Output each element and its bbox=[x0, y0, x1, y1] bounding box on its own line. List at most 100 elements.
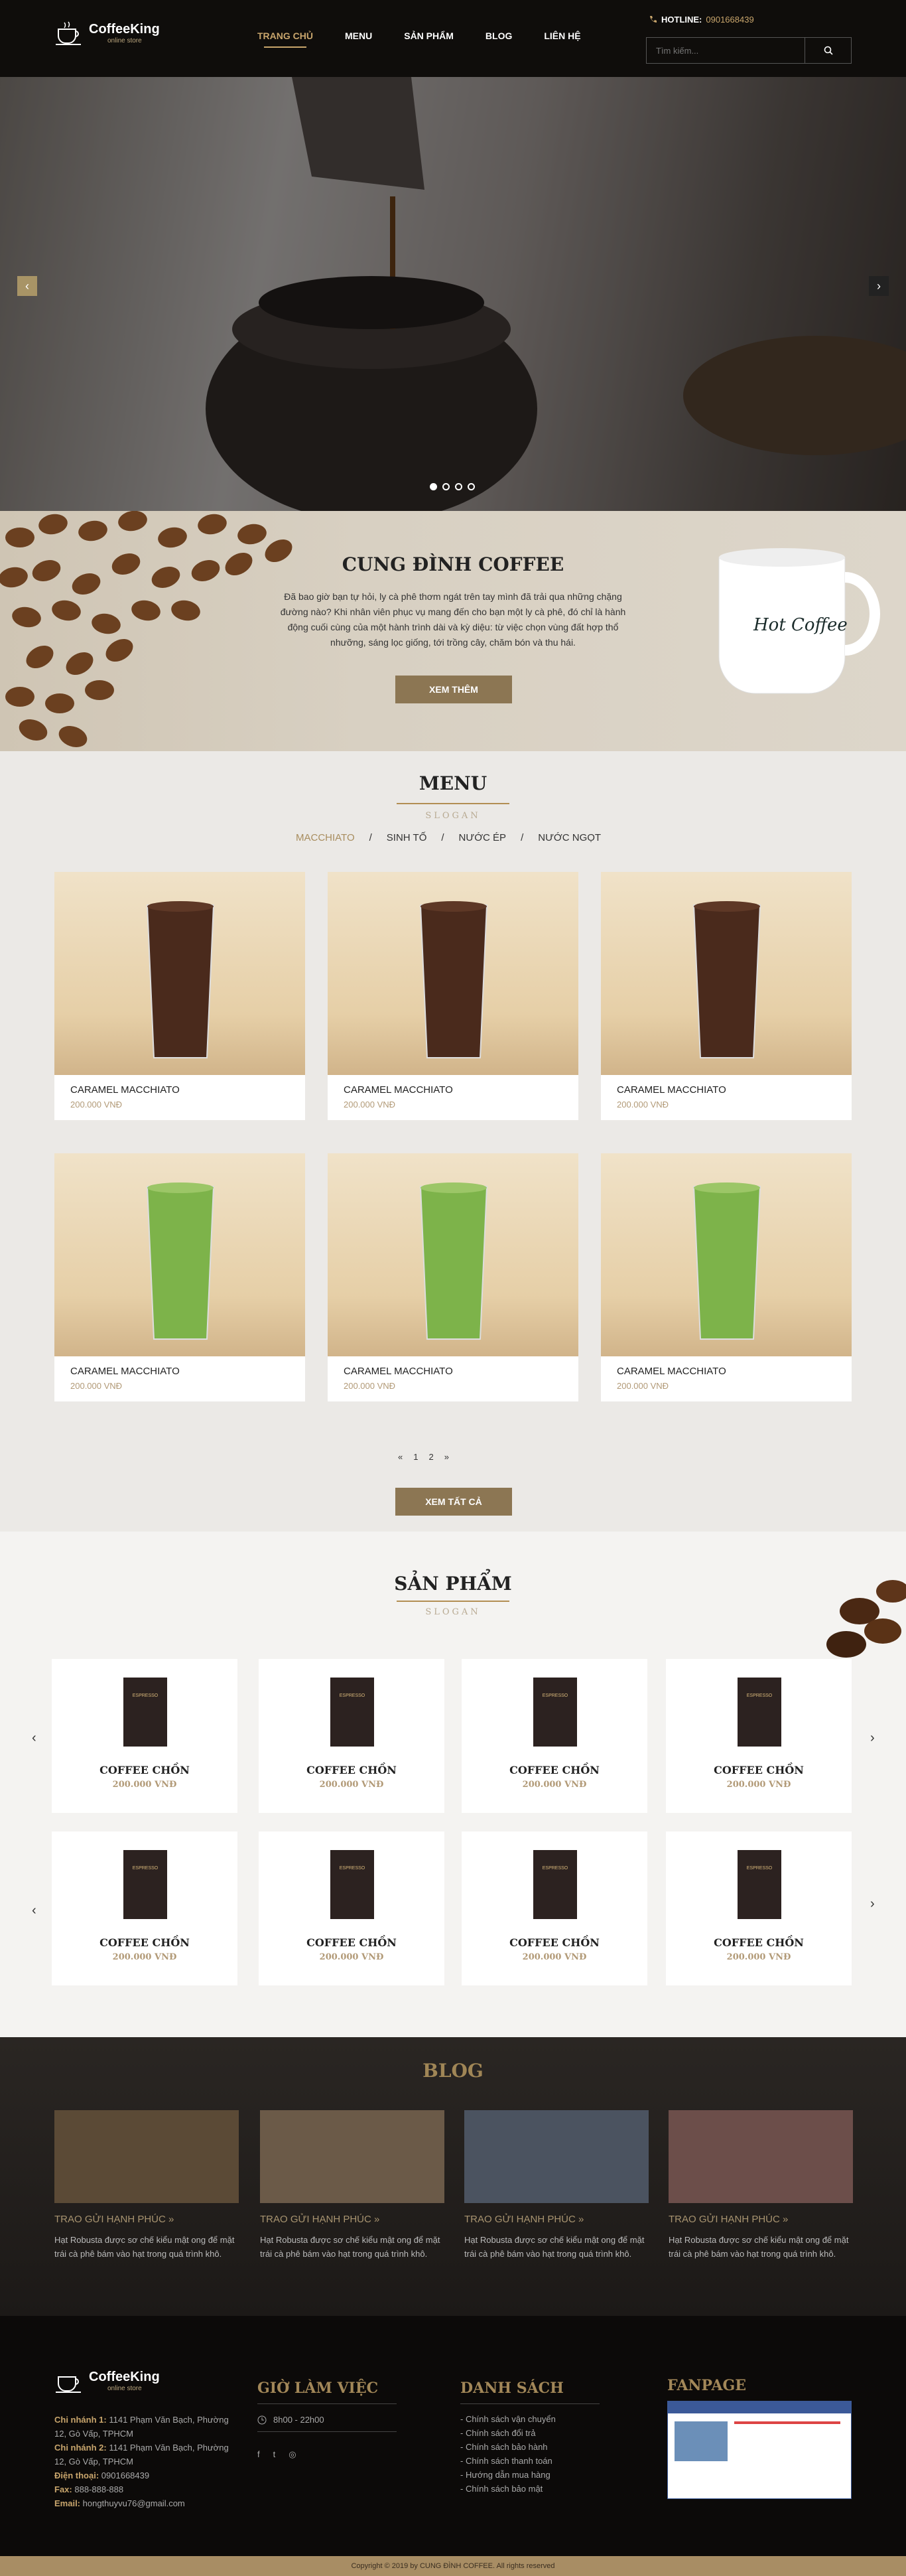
product-card[interactable]: ESPRESSO COFFEE CHỒN 200.000 VNĐ bbox=[52, 1831, 237, 1985]
menu-card[interactable]: CARAMEL MACCHIATO 200.000 VNĐ bbox=[54, 872, 305, 1120]
policy-link[interactable]: - Chính sách thanh toán bbox=[460, 2454, 600, 2468]
page-link[interactable]: 1 bbox=[413, 1452, 418, 1462]
hero-dot[interactable] bbox=[442, 483, 450, 490]
about-text: Đã bao giờ bạn tự hỏi, ly cà phê thơm ng… bbox=[280, 591, 626, 648]
tab-separator: / bbox=[369, 832, 372, 843]
footer-email[interactable]: hongthuyvu76@gmail.com bbox=[83, 2498, 185, 2508]
menu-card[interactable]: CARAMEL MACCHIATO 200.000 VNĐ bbox=[328, 1153, 578, 1401]
policy-link[interactable]: - Chính sách vận chuyển bbox=[460, 2412, 600, 2426]
chevron-left-icon: ‹ bbox=[25, 279, 29, 293]
product-name: COFFEE CHỒN bbox=[306, 1936, 397, 1949]
view-all-button[interactable]: XEM TẤT CẢ bbox=[395, 1488, 512, 1516]
blog-post-title[interactable]: TRAO GỬI HẠNH PHÚC » bbox=[669, 2214, 853, 2225]
page-link[interactable]: 2 bbox=[428, 1452, 433, 1462]
fanpage-title: FANPAGE bbox=[667, 2377, 747, 2394]
hero-overlay bbox=[0, 77, 906, 511]
menu-tab[interactable]: NƯỚC NGỌT bbox=[538, 832, 601, 843]
blog-post-excerpt: Hạt Robusta được sơ chế kiểu mật ong để … bbox=[260, 2235, 440, 2259]
policy-link[interactable]: - Chính sách bảo hành bbox=[460, 2440, 600, 2454]
menu-card[interactable]: CARAMEL MACCHIATO 200.000 VNĐ bbox=[328, 872, 578, 1120]
search-input[interactable] bbox=[647, 38, 805, 63]
policy-link[interactable]: - Hướng dẫn mua hàng bbox=[460, 2468, 600, 2482]
logo[interactable]: CoffeeKing online store bbox=[54, 20, 160, 46]
blog-card[interactable]: TRAO GỬI HẠNH PHÚC » Hạt Robusta được sơ … bbox=[669, 2110, 853, 2261]
menu-card[interactable]: CARAMEL MACCHIATO 200.000 VNĐ bbox=[601, 1153, 852, 1401]
blog-post-title[interactable]: TRAO GỬI HẠNH PHÚC » bbox=[54, 2214, 239, 2225]
package-label: ESPRESSO bbox=[746, 1866, 773, 1871]
products-title-divider bbox=[397, 1601, 509, 1602]
facebook-widget-cover bbox=[675, 2421, 728, 2461]
nav-blog[interactable]: BLOG bbox=[485, 31, 512, 41]
blog-card[interactable]: TRAO GỬI HẠNH PHÚC » Hạt Robusta được sơ … bbox=[54, 2110, 239, 2261]
search-button[interactable] bbox=[805, 38, 851, 63]
product-card[interactable]: ESPRESSO COFFEE CHỒN 200.000 VNĐ bbox=[259, 1831, 444, 1985]
product-card[interactable]: ESPRESSO COFFEE CHỒN 200.000 VNĐ bbox=[462, 1659, 647, 1813]
facebook-icon[interactable]: f bbox=[257, 2449, 260, 2460]
product-name: COFFEE CHỒN bbox=[714, 1936, 804, 1949]
product-card[interactable]: ESPRESSO COFFEE CHỒN 200.000 VNĐ bbox=[462, 1831, 647, 1985]
footer-phone[interactable]: 0901668439 bbox=[101, 2470, 149, 2480]
hero-next-button[interactable]: › bbox=[869, 276, 889, 296]
package-label: ESPRESSO bbox=[132, 1693, 159, 1698]
menu-card[interactable]: CARAMEL MACCHIATO 200.000 VNĐ bbox=[54, 1153, 305, 1401]
nav-products[interactable]: SẢN PHẨM bbox=[404, 31, 454, 41]
menu-tab[interactable]: SINH TỐ bbox=[387, 832, 427, 843]
product-card[interactable]: ESPRESSO COFFEE CHỒN 200.000 VNĐ bbox=[52, 1659, 237, 1813]
logo-subtitle: online store bbox=[107, 37, 142, 44]
product-name: COFFEE CHỒN bbox=[509, 1936, 600, 1949]
products-row1-prev[interactable]: ‹ bbox=[32, 1731, 36, 1746]
menu-title: MENU bbox=[419, 772, 487, 794]
twitter-icon[interactable]: t bbox=[273, 2449, 276, 2460]
blog-post-title-text: TRAO GỬI HẠNH PHÚC bbox=[260, 2214, 371, 2225]
policy-title: DANH SÁCH bbox=[460, 2380, 564, 2397]
nav-contact[interactable]: LIÊN HỆ bbox=[544, 31, 580, 41]
menu-item-name: CARAMEL MACCHIATO bbox=[344, 1366, 453, 1377]
double-chevron-right-icon: » bbox=[575, 2214, 584, 2225]
footer-contact: Chi nhánh 1: 1141 Phạm Văn Bạch, Phường … bbox=[54, 2413, 240, 2510]
chevron-left-icon: ‹ bbox=[32, 1903, 36, 1918]
products-row1-next[interactable]: › bbox=[870, 1731, 875, 1746]
facebook-widget[interactable] bbox=[667, 2401, 852, 2499]
phone-label: Điện thoại: bbox=[54, 2470, 99, 2480]
hero-prev-button[interactable]: ‹ bbox=[17, 276, 37, 296]
menu-tab[interactable]: NƯỚC ÉP bbox=[459, 832, 507, 843]
product-price: 200.000 VNĐ bbox=[522, 1952, 587, 1962]
policy-link[interactable]: - Chính sách bảo mật bbox=[460, 2482, 600, 2496]
instagram-icon[interactable]: ◎ bbox=[289, 2449, 296, 2460]
products-row2-next[interactable]: › bbox=[870, 1896, 875, 1912]
hours-row: 8h00 - 22h00 bbox=[257, 2415, 397, 2425]
menu-item-name: CARAMEL MACCHIATO bbox=[70, 1366, 180, 1377]
product-price: 200.000 VNĐ bbox=[319, 1780, 384, 1790]
footer-logo[interactable]: CoffeeKing online store bbox=[54, 2368, 160, 2394]
policy-divider bbox=[460, 2403, 600, 2404]
product-card[interactable]: ESPRESSO COFFEE CHỒN 200.000 VNĐ bbox=[259, 1659, 444, 1813]
page-link[interactable]: » bbox=[444, 1452, 449, 1462]
blog-card[interactable]: TRAO GỬI HẠNH PHÚC » Hạt Robusta được sơ … bbox=[260, 2110, 444, 2261]
menu-card[interactable]: CARAMEL MACCHIATO 200.000 VNĐ bbox=[601, 872, 852, 1120]
nav-menu[interactable]: MENU bbox=[345, 31, 372, 41]
hotline-number[interactable]: 0901668439 bbox=[706, 15, 753, 25]
blog-post-title[interactable]: TRAO GỬI HẠNH PHÚC » bbox=[464, 2214, 649, 2225]
about-more-button[interactable]: XEM THÊM bbox=[395, 676, 512, 703]
main-nav: TRANG CHỦ MENU SẢN PHẨM BLOG LIÊN HỆ bbox=[257, 31, 581, 48]
policy-links: - Chính sách vận chuyển - Chính sách đổi … bbox=[460, 2412, 600, 2496]
policy-link[interactable]: - Chính sách đổi trả bbox=[460, 2426, 600, 2440]
blog-post-title[interactable]: TRAO GỬI HẠNH PHÚC » bbox=[260, 2214, 444, 2225]
menu-tab[interactable]: MACCHIATO bbox=[296, 832, 355, 843]
blog-post-excerpt: Hạt Robusta được sơ chế kiểu mật ong để … bbox=[669, 2235, 849, 2259]
product-card[interactable]: ESPRESSO COFFEE CHỒN 200.000 VNĐ bbox=[666, 1659, 852, 1813]
hero-dot[interactable] bbox=[455, 483, 462, 490]
clock-icon bbox=[257, 2415, 267, 2424]
blog-card[interactable]: TRAO GỬI HẠNH PHÚC » Hạt Robusta được sơ … bbox=[464, 2110, 649, 2261]
drink-image bbox=[54, 1153, 305, 1356]
hero-dot[interactable] bbox=[430, 483, 437, 490]
hero-dot[interactable] bbox=[468, 483, 475, 490]
products-row2-prev[interactable]: ‹ bbox=[32, 1903, 36, 1918]
page-link[interactable]: « bbox=[398, 1452, 403, 1462]
menu-item-name: CARAMEL MACCHIATO bbox=[617, 1084, 726, 1096]
product-card[interactable]: ESPRESSO COFFEE CHỒN 200.000 VNĐ bbox=[666, 1831, 852, 1985]
nav-home[interactable]: TRANG CHỦ bbox=[257, 31, 313, 48]
footer-fax: 888-888-888 bbox=[74, 2484, 124, 2494]
coffee-beans-decor-image bbox=[773, 1571, 906, 1658]
menu-slogan: SLOGAN bbox=[425, 811, 481, 821]
